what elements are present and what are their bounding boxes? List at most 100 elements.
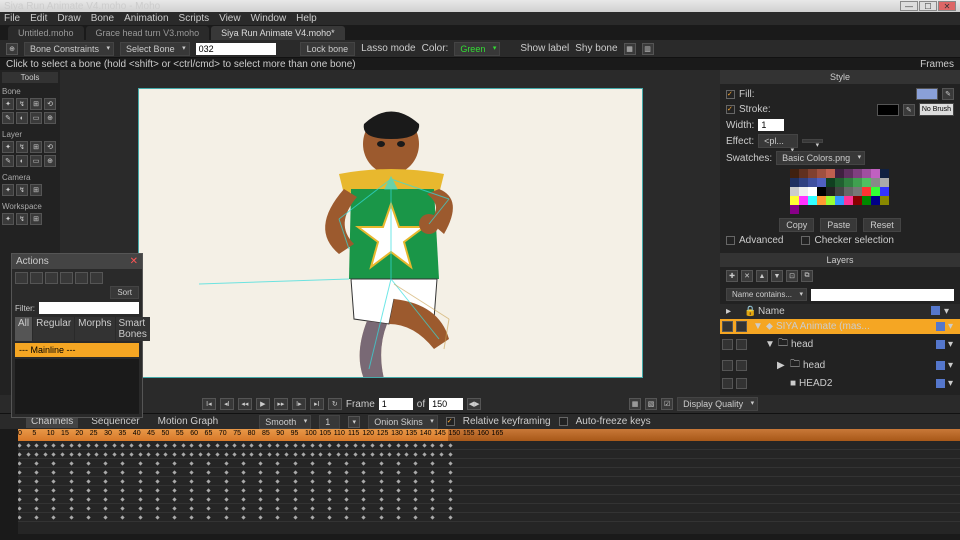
tool-icon[interactable]: ✦ bbox=[2, 213, 14, 225]
autofreeze-checkbox[interactable] bbox=[559, 417, 568, 426]
swatch[interactable] bbox=[844, 196, 853, 205]
fill-swatch[interactable] bbox=[916, 88, 938, 100]
opt-icon-2[interactable]: ▥ bbox=[642, 43, 654, 55]
menu-help[interactable]: Help bbox=[296, 13, 317, 24]
actions-close-icon[interactable]: ✕ bbox=[130, 256, 138, 267]
swatch[interactable] bbox=[817, 178, 826, 187]
next-key-button[interactable]: I▸ bbox=[292, 398, 306, 410]
play-button[interactable]: ▶ bbox=[256, 398, 270, 410]
swatch[interactable] bbox=[862, 187, 871, 196]
swatch[interactable] bbox=[817, 196, 826, 205]
tool-icon[interactable]: ↯ bbox=[16, 213, 28, 225]
visibility-icon[interactable] bbox=[722, 339, 733, 350]
checker-checkbox[interactable] bbox=[801, 236, 810, 245]
action-tab[interactable]: All bbox=[15, 317, 32, 341]
bone-color-dropdown[interactable]: Green bbox=[454, 42, 500, 56]
action-tab[interactable]: Morphs bbox=[75, 317, 114, 341]
smooth-dropdown[interactable]: Smooth bbox=[259, 415, 311, 429]
action-tool-icon[interactable] bbox=[45, 272, 58, 284]
swatch[interactable] bbox=[808, 196, 817, 205]
prev-key-button[interactable]: ◂I bbox=[220, 398, 234, 410]
doc-tab[interactable]: Grace head turn V3.moho bbox=[86, 26, 210, 40]
interval-dropdown[interactable]: 1 bbox=[319, 415, 340, 429]
doc-tab[interactable]: Untitled.moho bbox=[8, 26, 84, 40]
swatch[interactable] bbox=[799, 178, 808, 187]
track-row[interactable] bbox=[18, 513, 960, 522]
swatch[interactable] bbox=[853, 169, 862, 178]
display-quality-dropdown[interactable]: Display Quality bbox=[677, 397, 758, 411]
swatch[interactable] bbox=[799, 169, 808, 178]
action-tool-icon[interactable] bbox=[75, 272, 88, 284]
reset-button[interactable]: Reset bbox=[863, 218, 901, 232]
relative-checkbox[interactable] bbox=[446, 417, 455, 426]
mainline-action[interactable]: --- Mainline --- bbox=[15, 343, 139, 357]
menu-bone[interactable]: Bone bbox=[91, 13, 114, 24]
last-frame-button[interactable]: ▸I bbox=[310, 398, 324, 410]
opt-icon-1[interactable]: ▦ bbox=[624, 43, 636, 55]
tool-icon[interactable]: ⊞ bbox=[30, 184, 42, 196]
tool-icon[interactable]: ✦ bbox=[2, 141, 14, 153]
effect-dropdown-2[interactable] bbox=[802, 139, 823, 143]
total-frames-input[interactable] bbox=[429, 398, 463, 410]
dq-icon2[interactable]: ▧ bbox=[645, 398, 657, 410]
bone-constraints-dropdown[interactable]: Bone Constraints bbox=[24, 42, 114, 56]
tool-icon[interactable]: ↯ bbox=[16, 184, 28, 196]
tool-icon[interactable]: ◐ bbox=[16, 112, 28, 124]
minimize-button[interactable]: — bbox=[900, 1, 918, 11]
swatch[interactable] bbox=[844, 169, 853, 178]
menu-window[interactable]: Window bbox=[251, 13, 287, 24]
fill-pencil-icon[interactable]: ✎ bbox=[942, 88, 954, 100]
track-row[interactable] bbox=[18, 495, 960, 504]
action-tab[interactable]: Regular bbox=[33, 317, 74, 341]
tool-icon[interactable]: ▭ bbox=[30, 112, 42, 124]
swatch[interactable] bbox=[853, 196, 862, 205]
swatches-dropdown[interactable]: Basic Colors.png bbox=[776, 151, 865, 165]
first-frame-button[interactable]: I◂ bbox=[202, 398, 216, 410]
swatch[interactable] bbox=[835, 187, 844, 196]
swatch[interactable] bbox=[808, 169, 817, 178]
lasso-label[interactable]: Lasso mode bbox=[361, 43, 415, 54]
swatch[interactable] bbox=[808, 187, 817, 196]
motion-graph-tab[interactable]: Motion Graph bbox=[153, 415, 224, 428]
advanced-checkbox[interactable] bbox=[726, 236, 735, 245]
layer-color[interactable] bbox=[936, 379, 945, 388]
fill-checkbox[interactable] bbox=[726, 90, 735, 99]
lock-bone-button[interactable]: Lock bone bbox=[300, 42, 356, 56]
swatch[interactable] bbox=[835, 178, 844, 187]
tool-icon[interactable]: ⊕ bbox=[44, 112, 56, 124]
dq-icon1[interactable]: ▦ bbox=[629, 398, 641, 410]
stop-button[interactable]: ◀▶ bbox=[467, 398, 481, 410]
swatch-grid[interactable] bbox=[790, 169, 890, 214]
tool-icon[interactable]: ✎ bbox=[2, 155, 14, 167]
visibility-icon[interactable] bbox=[722, 321, 733, 332]
tool-icon[interactable]: ⊞ bbox=[30, 213, 42, 225]
swatch[interactable] bbox=[799, 196, 808, 205]
track-row[interactable] bbox=[18, 450, 960, 459]
swatch[interactable] bbox=[826, 169, 835, 178]
close-button[interactable]: ✕ bbox=[938, 1, 956, 11]
swatch[interactable] bbox=[853, 187, 862, 196]
bone-id-input[interactable] bbox=[196, 43, 276, 55]
swatch[interactable] bbox=[880, 196, 889, 205]
width-input[interactable] bbox=[758, 119, 784, 131]
expand-icon[interactable]: ▶ bbox=[777, 360, 787, 371]
dq-icon3[interactable]: ☑ bbox=[661, 398, 673, 410]
tool-icon[interactable]: ◐ bbox=[16, 155, 28, 167]
layer-tool-icon[interactable]: ⧉ bbox=[801, 270, 813, 282]
tool-icon[interactable]: ▭ bbox=[30, 155, 42, 167]
expand-icon[interactable]: ▼ bbox=[753, 321, 763, 332]
layer-row[interactable]: ▶🗀head▾ bbox=[720, 355, 960, 376]
swatch[interactable] bbox=[844, 187, 853, 196]
lock-icon[interactable] bbox=[736, 321, 747, 332]
menu-draw[interactable]: Draw bbox=[57, 13, 80, 24]
layer-tool-icon[interactable]: ▲ bbox=[756, 270, 768, 282]
lock-icon[interactable] bbox=[736, 360, 747, 371]
track-row[interactable] bbox=[18, 477, 960, 486]
tool-icon[interactable]: ↯ bbox=[16, 98, 28, 110]
swatch[interactable] bbox=[790, 187, 799, 196]
menu-animation[interactable]: Animation bbox=[124, 13, 168, 24]
swatch[interactable] bbox=[862, 169, 871, 178]
timeline[interactable]: 0510152025303540455055606570758085909510… bbox=[0, 429, 960, 534]
timeline-tracks[interactable] bbox=[18, 441, 960, 534]
menu-view[interactable]: View bbox=[219, 13, 241, 24]
